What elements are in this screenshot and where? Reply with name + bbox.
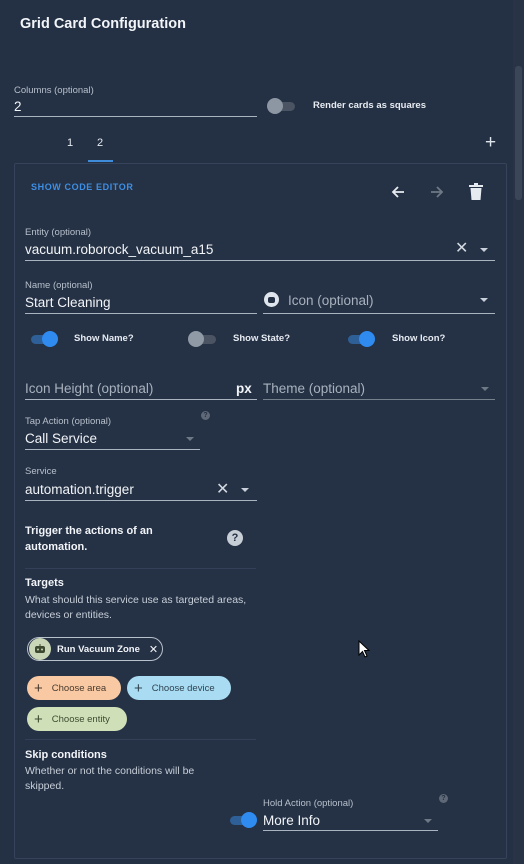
name-underline bbox=[25, 313, 257, 314]
plus-icon: + bbox=[134, 679, 143, 697]
show-icon-label: Show Icon? bbox=[392, 333, 446, 344]
choose-area-button[interactable]: + Choose area bbox=[27, 676, 121, 700]
theme-input[interactable]: Theme (optional) bbox=[263, 381, 365, 396]
entity-underline bbox=[25, 260, 495, 261]
delete-icon[interactable] bbox=[469, 183, 483, 205]
show-name-label: Show Name? bbox=[74, 333, 134, 344]
entity-dropdown-icon[interactable] bbox=[480, 248, 488, 252]
tab-1[interactable]: 1 bbox=[67, 137, 73, 149]
skip-conditions-toggle[interactable] bbox=[227, 811, 259, 829]
plus-icon: + bbox=[34, 679, 43, 697]
service-input[interactable]: automation.trigger bbox=[25, 482, 134, 497]
targets-description: What should this service use as targeted… bbox=[25, 594, 247, 621]
service-label: Service bbox=[25, 466, 57, 477]
icon-dropdown-icon[interactable] bbox=[480, 298, 488, 302]
choose-device-label: Choose device bbox=[151, 682, 215, 694]
entity-label: Entity (optional) bbox=[25, 227, 92, 238]
tap-action-underline bbox=[25, 449, 200, 450]
show-icon-toggle[interactable] bbox=[345, 330, 377, 348]
move-left-icon[interactable] bbox=[390, 184, 406, 205]
name-input[interactable]: Start Cleaning bbox=[25, 295, 111, 310]
hold-action-underline bbox=[263, 830, 438, 831]
icon-height-suffix: px bbox=[236, 381, 252, 396]
render-square-toggle[interactable] bbox=[266, 97, 298, 115]
tap-action-help-icon[interactable]: ? bbox=[201, 411, 210, 420]
show-state-toggle[interactable] bbox=[187, 330, 219, 348]
dialog-title: Grid Card Configuration bbox=[20, 16, 186, 32]
columns-underline bbox=[14, 116, 257, 117]
hold-action-dropdown-icon[interactable] bbox=[424, 819, 432, 823]
service-help-icon[interactable]: ? bbox=[227, 530, 243, 546]
choose-entity-label: Choose entity bbox=[51, 713, 110, 725]
move-right-icon[interactable] bbox=[429, 184, 445, 205]
icon-height-input[interactable]: Icon Height (optional) bbox=[25, 381, 153, 396]
add-tab-button[interactable]: + bbox=[485, 133, 496, 153]
plus-icon: + bbox=[34, 710, 43, 728]
name-label: Name (optional) bbox=[25, 280, 93, 291]
robot-icon bbox=[29, 638, 51, 660]
tap-action-select[interactable]: Call Service bbox=[25, 431, 97, 446]
skip-title: Skip conditions bbox=[25, 749, 107, 761]
mouse-cursor-icon bbox=[358, 639, 371, 663]
divider-1 bbox=[25, 568, 256, 569]
entity-input[interactable]: vacuum.roborock_vacuum_a15 bbox=[25, 242, 213, 257]
show-code-editor-button[interactable]: SHOW CODE EDITOR bbox=[31, 182, 133, 192]
targets-title: Targets bbox=[25, 577, 64, 589]
tap-action-dropdown-icon[interactable] bbox=[186, 437, 194, 441]
columns-input[interactable]: 2 bbox=[14, 99, 22, 114]
skip-description: Whether or not the conditions will be sk… bbox=[25, 765, 195, 792]
remove-target-icon[interactable]: ✕ bbox=[149, 643, 158, 656]
target-chip-label: Run Vacuum Zone bbox=[57, 643, 140, 655]
icon-height-underline bbox=[25, 399, 257, 400]
render-square-label: Render cards as squares bbox=[313, 100, 427, 111]
icon-underline bbox=[263, 313, 495, 314]
target-chip[interactable]: Run Vacuum Zone ✕ bbox=[27, 637, 163, 661]
icon-input[interactable]: Icon (optional) bbox=[288, 293, 374, 308]
active-tab-indicator bbox=[88, 160, 113, 162]
divider-2 bbox=[25, 739, 256, 740]
tab-2[interactable]: 2 bbox=[97, 137, 103, 149]
scrollbar-thumb[interactable] bbox=[515, 66, 522, 200]
show-name-toggle[interactable] bbox=[28, 330, 60, 348]
clear-entity-icon[interactable]: ✕ bbox=[455, 241, 468, 257]
hold-action-label: Hold Action (optional) bbox=[263, 798, 354, 809]
service-underline bbox=[25, 500, 257, 501]
service-description: Trigger the actions of an automation. bbox=[25, 525, 153, 553]
tap-action-label: Tap Action (optional) bbox=[25, 416, 112, 427]
columns-label: Columns (optional) bbox=[14, 85, 94, 96]
choose-area-label: Choose area bbox=[51, 682, 107, 694]
theme-dropdown-icon[interactable] bbox=[481, 387, 489, 391]
theme-underline bbox=[263, 399, 495, 400]
hold-action-select[interactable]: More Info bbox=[263, 813, 320, 828]
choose-entity-button[interactable]: + Choose entity bbox=[27, 707, 127, 731]
clear-service-icon[interactable]: ✕ bbox=[216, 482, 229, 498]
hold-action-help-icon[interactable]: ? bbox=[439, 794, 448, 803]
show-state-label: Show State? bbox=[233, 333, 291, 344]
robot-icon bbox=[264, 292, 279, 307]
choose-device-button[interactable]: + Choose device bbox=[127, 676, 231, 700]
service-dropdown-icon[interactable] bbox=[241, 488, 249, 492]
